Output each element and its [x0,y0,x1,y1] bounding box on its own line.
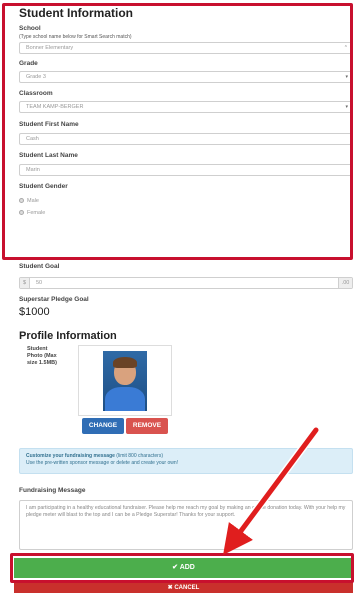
superstar-value: $1000 [19,306,50,318]
student-photo-frame [78,345,172,416]
message-info-limit: (limit 800 characters) [114,453,163,459]
caret-up-icon: ⌃ [343,45,348,51]
section-title-student-info: Student Information [19,6,133,20]
gender-radio-male[interactable]: Male [19,198,39,204]
section-title-profile: Profile Information [19,330,117,342]
gender-radio-female[interactable]: Female [19,210,45,216]
classroom-label: Classroom [19,90,53,97]
message-info-callout: Customize your fundraising message (limi… [19,448,353,474]
first-name-label: Student First Name [19,121,79,128]
gender-option-label: Male [27,198,39,204]
cancel-button[interactable]: ✖ CANCEL [14,582,353,593]
gender-label: Student Gender [19,183,68,190]
last-name-input[interactable]: Marin [19,164,353,176]
photo-label: Student Photo (Max size 1.5MB) [27,346,57,366]
student-form-page: Student Information School (Type school … [0,0,354,593]
classroom-select[interactable]: TEAM KAMP-BERGER ▾ [19,101,353,113]
fundraising-label: Fundraising Message [19,487,86,494]
last-name-label: Student Last Name [19,152,78,159]
student-photo [103,351,147,411]
goal-input[interactable]: $ 50 .00 [19,277,353,289]
grade-label: Grade [19,60,38,67]
school-input[interactable]: Bonner Elementary ⌃ [19,42,353,54]
school-hint: (Type school name below for Smart Search… [19,34,132,40]
radio-dot-icon [19,210,24,216]
radio-dot-icon [19,198,24,204]
school-value: Bonner Elementary [26,45,74,51]
remove-photo-button[interactable]: REMOVE [126,418,168,434]
add-button[interactable]: ✔ ADD [14,558,353,578]
fundraising-message-textarea[interactable]: I am participating in a healthy educatio… [19,500,353,550]
goal-label: Student Goal [19,263,60,270]
chevron-down-icon: ▾ [345,74,348,80]
first-name-value: Cash [26,136,39,142]
last-name-value: Marin [26,167,40,173]
grade-value: Grade 3 [26,74,46,80]
goal-prefix: $ [20,278,30,288]
goal-value: 50 [36,280,43,286]
classroom-value: TEAM KAMP-BERGER [26,104,84,110]
school-label: School [19,25,41,32]
first-name-input[interactable]: Cash [19,133,353,145]
superstar-label: Superstar Pledge Goal [19,296,89,303]
message-info-line2: Use the pre-written sponsor message or d… [26,460,179,466]
goal-suffix: .00 [338,278,352,288]
grade-select[interactable]: Grade 3 ▾ [19,71,353,83]
change-photo-button[interactable]: CHANGE [82,418,124,434]
message-info-strong: Customize your fundraising message [26,453,115,459]
gender-option-label: Female [27,210,46,216]
chevron-down-icon: ▾ [345,104,348,110]
